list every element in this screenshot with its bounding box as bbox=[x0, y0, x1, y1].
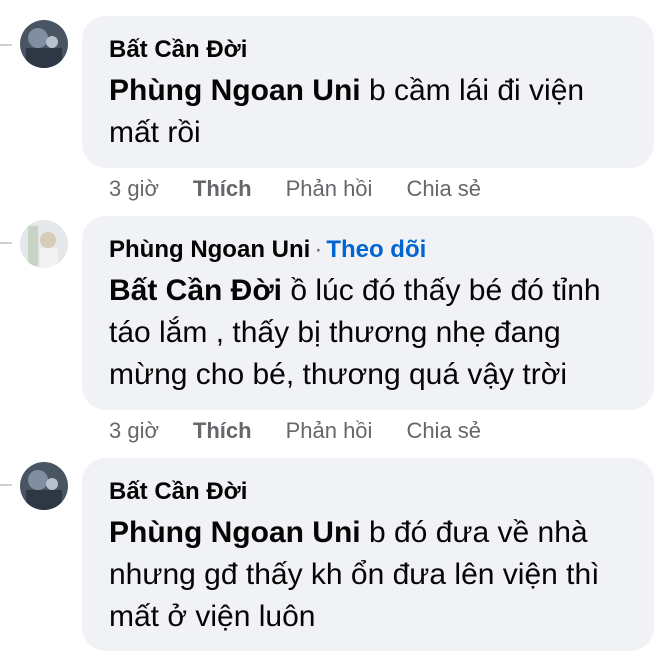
thread-connector bbox=[0, 484, 12, 486]
avatar-photo bbox=[20, 462, 68, 510]
author-line: Bất Cần Đời bbox=[109, 475, 634, 508]
comment-bubble: Phùng Ngoan Uni · Theo dõi Bất Cần Đời ồ l… bbox=[82, 216, 654, 410]
follow-button[interactable]: Theo dõi bbox=[326, 236, 426, 263]
comment-text: Bất Cần Đời ồ lúc đó thấy bé đó tỉnh táo… bbox=[109, 270, 634, 396]
comment-author[interactable]: Bất Cần Đời bbox=[109, 478, 247, 505]
like-button[interactable]: Thích bbox=[193, 416, 252, 446]
comment-actions: 3 giờ Thích Phản hồi Chia sẻ bbox=[109, 416, 515, 446]
comment-bubble: Bất Cần Đời Phùng Ngoan Uni b đó đưa về … bbox=[82, 458, 654, 651]
thread-connector bbox=[0, 44, 12, 46]
comment-timestamp[interactable]: 3 giờ bbox=[109, 416, 159, 446]
avatar[interactable] bbox=[20, 220, 68, 268]
comment-bubble: Bất Cần Đời Phùng Ngoan Uni b cầm lái đi… bbox=[82, 16, 654, 168]
mention-link[interactable]: Phùng Ngoan Uni bbox=[109, 74, 361, 107]
avatar[interactable] bbox=[20, 462, 68, 510]
reply-button[interactable]: Phản hồi bbox=[286, 416, 373, 446]
comment-actions: 3 giờ Thích Phản hồi Chia sẻ bbox=[109, 174, 515, 204]
share-button[interactable]: Chia sẻ bbox=[406, 174, 481, 204]
author-line: Phùng Ngoan Uni · Theo dõi bbox=[109, 233, 634, 266]
author-line: Bất Cần Đời bbox=[109, 33, 634, 66]
mention-link[interactable]: Phùng Ngoan Uni bbox=[109, 516, 361, 549]
separator-dot: · bbox=[314, 236, 323, 263]
comment-timestamp[interactable]: 3 giờ bbox=[109, 174, 159, 204]
avatar[interactable] bbox=[20, 20, 68, 68]
mention-link[interactable]: Bất Cần Đời bbox=[109, 274, 282, 307]
like-button[interactable]: Thích bbox=[193, 174, 252, 204]
comment-text: Phùng Ngoan Uni b cầm lái đi viện mất rồ… bbox=[109, 70, 634, 154]
comment-text: Phùng Ngoan Uni b đó đưa về nhà nhưng gđ… bbox=[109, 512, 634, 638]
comment-author[interactable]: Phùng Ngoan Uni bbox=[109, 236, 310, 263]
reply-button[interactable]: Phản hồi bbox=[286, 174, 373, 204]
avatar-photo bbox=[20, 220, 68, 268]
comment-author[interactable]: Bất Cần Đời bbox=[109, 36, 247, 63]
avatar-photo bbox=[20, 20, 68, 68]
thread-connector bbox=[0, 242, 12, 244]
share-button[interactable]: Chia sẻ bbox=[406, 416, 481, 446]
